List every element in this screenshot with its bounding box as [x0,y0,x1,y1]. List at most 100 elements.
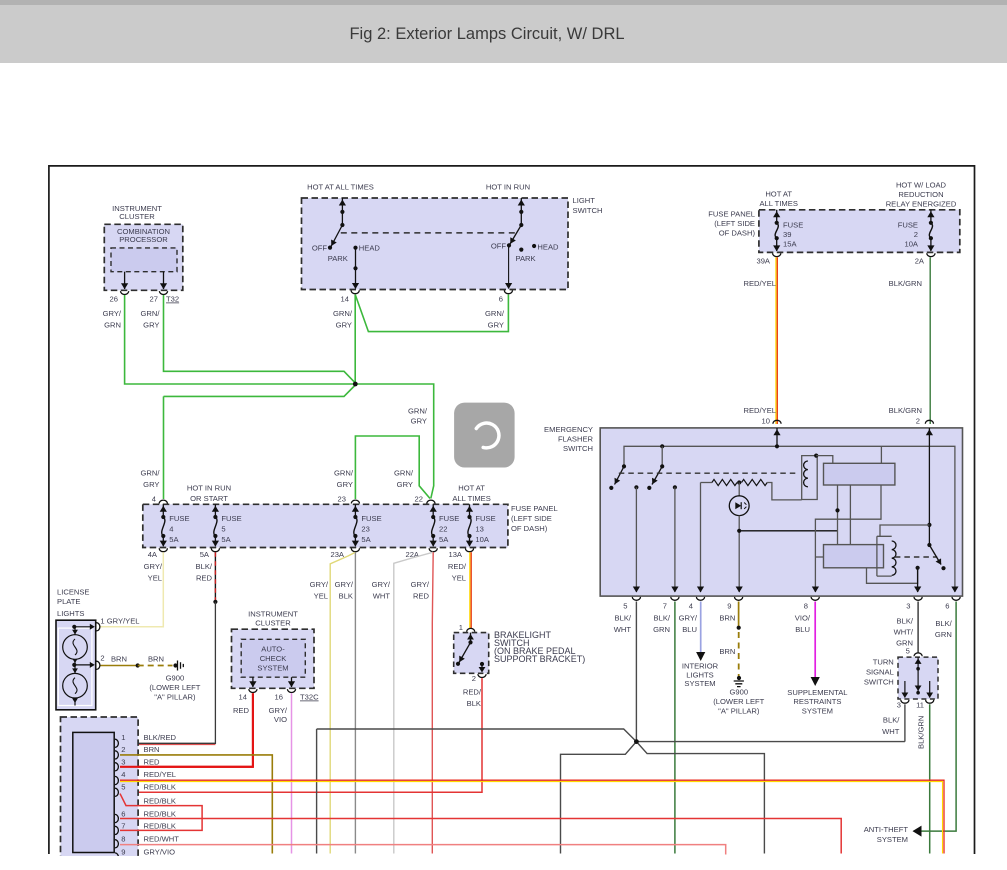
svg-text:GRY: GRY [143,321,159,330]
svg-text:GRY: GRY [337,480,353,489]
svg-text:GRY/VIO: GRY/VIO [144,848,176,857]
svg-text:GRY: GRY [411,417,427,426]
svg-text:BLK/RED: BLK/RED [144,733,177,742]
svg-text:23: 23 [361,525,369,534]
svg-text:(LEFT SIDE: (LEFT SIDE [511,514,552,523]
svg-text:2: 2 [914,230,918,239]
svg-text:CLUSTER: CLUSTER [119,212,155,221]
svg-text:BLU: BLU [682,625,697,634]
svg-text:5A: 5A [439,535,449,544]
svg-text:5A: 5A [200,550,210,559]
svg-text:HOT AT ALL TIMES: HOT AT ALL TIMES [307,183,374,192]
svg-text:GRN/: GRN/ [141,309,161,318]
svg-text:22: 22 [415,495,423,504]
svg-text:BLU: BLU [795,625,810,634]
svg-text:1: 1 [121,733,125,742]
svg-text:RED/: RED/ [463,688,482,697]
svg-text:2: 2 [100,654,104,663]
svg-text:23: 23 [338,495,346,504]
svg-text:"A" PILLAR): "A" PILLAR) [718,707,760,716]
svg-text:SYSTEM: SYSTEM [877,835,908,844]
svg-text:RED/YEL: RED/YEL [744,279,777,288]
svg-text:RED/YEL: RED/YEL [144,770,177,779]
svg-text:AUTO-: AUTO- [261,645,285,654]
svg-text:7: 7 [663,601,667,610]
svg-text:FUSE: FUSE [783,221,803,230]
svg-text:LIGHTS: LIGHTS [57,609,84,618]
svg-text:FUSE: FUSE [361,514,381,523]
svg-text:VIO: VIO [274,715,287,724]
svg-text:WHT/: WHT/ [894,628,914,637]
svg-text:REDUCTION: REDUCTION [898,190,943,199]
svg-text:OR START: OR START [190,494,228,503]
svg-text:GRN: GRN [896,639,913,648]
svg-text:1 GRY/YEL: 1 GRY/YEL [100,617,139,626]
svg-text:RESTRAINTS: RESTRAINTS [793,697,841,706]
svg-text:FUSE: FUSE [439,514,459,523]
svg-text:GRN: GRN [104,321,121,330]
svg-text:GRY/: GRY/ [310,580,329,589]
svg-text:GRN/: GRN/ [485,309,505,318]
svg-text:VIO/: VIO/ [795,614,811,623]
svg-text:LICENSE: LICENSE [57,588,90,597]
svg-text:6: 6 [945,601,949,610]
svg-text:ANTI-THEFT: ANTI-THEFT [864,825,909,834]
svg-text:RED/WHT: RED/WHT [144,835,180,844]
svg-text:5: 5 [906,647,910,656]
svg-text:GRY: GRY [336,321,352,330]
svg-text:FUSE: FUSE [475,514,495,523]
svg-text:SWITCH: SWITCH [864,678,894,687]
svg-text:3: 3 [897,701,901,710]
svg-text:2A: 2A [915,257,925,266]
svg-text:WHT: WHT [373,592,391,601]
svg-text:8: 8 [121,835,125,844]
svg-text:(LEFT SIDE: (LEFT SIDE [714,219,755,228]
svg-text:GRY: GRY [397,480,413,489]
svg-text:GRN/: GRN/ [333,309,353,318]
svg-text:GRN/: GRN/ [141,469,161,478]
svg-text:FUSE: FUSE [898,221,918,230]
svg-text:OF DASH): OF DASH) [719,229,756,238]
svg-text:BLK/: BLK/ [935,619,952,628]
svg-text:13A: 13A [448,550,462,559]
svg-text:7: 7 [121,822,125,831]
svg-text:5A: 5A [169,535,179,544]
svg-text:PARK: PARK [328,254,348,263]
svg-text:BLK/: BLK/ [654,614,671,623]
svg-text:BRN: BRN [144,745,160,754]
svg-text:4: 4 [169,525,173,534]
svg-text:4: 4 [152,495,156,504]
svg-text:RED/YEL: RED/YEL [744,406,777,415]
svg-text:RED/BLK: RED/BLK [144,797,177,806]
svg-text:YEL: YEL [148,574,162,583]
svg-text:ALL TIMES: ALL TIMES [759,199,797,208]
svg-text:"A" PILLAR): "A" PILLAR) [154,693,196,702]
svg-text:LIGHT: LIGHT [573,196,596,205]
svg-text:GRN/: GRN/ [394,469,414,478]
svg-text:G900: G900 [166,674,185,683]
svg-text:SWITCH: SWITCH [573,206,603,215]
svg-text:OF DASH): OF DASH) [511,524,548,533]
svg-text:BLK/: BLK/ [196,562,213,571]
svg-text:6: 6 [121,810,125,819]
svg-text:SWITCH: SWITCH [563,444,593,453]
svg-text:GRY/: GRY/ [411,580,430,589]
svg-text:SIGNAL: SIGNAL [866,668,894,677]
svg-text:HEAD: HEAD [537,243,559,252]
svg-text:G900: G900 [730,688,749,697]
svg-text:10A: 10A [475,535,489,544]
svg-text:HOT AT: HOT AT [765,190,792,199]
svg-text:YEL: YEL [314,592,328,601]
svg-text:GRY/: GRY/ [679,614,698,623]
svg-text:RED: RED [233,706,250,715]
svg-text:GRY: GRY [143,480,159,489]
svg-text:GRY: GRY [488,321,504,330]
svg-text:(LOWER LEFT: (LOWER LEFT [149,683,200,692]
svg-text:15A: 15A [783,240,797,249]
svg-text:5: 5 [221,525,225,534]
svg-text:6: 6 [499,295,503,304]
svg-text:2: 2 [472,674,476,683]
svg-text:T32C: T32C [300,693,319,702]
svg-text:PLATE: PLATE [57,597,81,606]
svg-text:HOT W/ LOAD: HOT W/ LOAD [896,181,947,190]
